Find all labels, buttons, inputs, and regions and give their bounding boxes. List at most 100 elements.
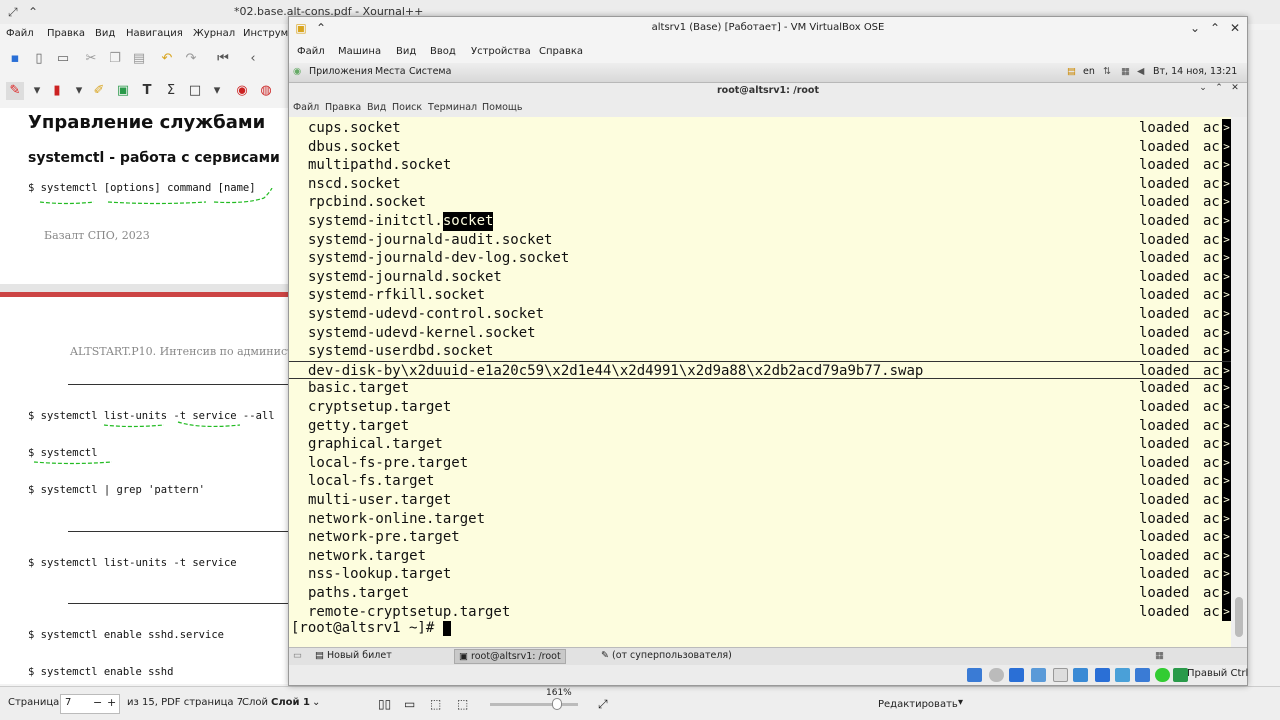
image-icon[interactable]: ▣ [114,82,132,100]
truncation-arrow-icon: > [1222,416,1231,436]
color-red-icon[interactable]: ◉ [233,82,251,100]
paste-icon[interactable]: ▤ [130,50,148,68]
minimize-icon[interactable]: ⌄ [1187,21,1203,35]
color-picker-icon[interactable]: ◍ [257,82,275,100]
fullscreen-icon[interactable]: ⤢ [598,697,608,712]
recording-icon[interactable] [1115,668,1130,682]
zoom-slider-handle[interactable] [552,698,562,710]
notes-icon[interactable]: ▤ [1067,66,1076,77]
menu-file[interactable]: Файл [297,46,325,57]
maximize-icon[interactable]: ⌃ [1211,83,1227,93]
chevron-down-icon[interactable]: ▾ [70,82,88,100]
taskbar-item-root[interactable]: ✎ (от суперпользователя) [597,649,736,664]
open-icon[interactable]: ▭ [54,50,72,68]
chevron-down-icon[interactable]: ▾ [208,82,226,100]
show-desktop-icon[interactable]: ▭ [289,649,306,664]
formula-icon[interactable]: Σ [162,82,180,100]
new-page-icon[interactable]: ▯ [30,50,48,68]
optical-drive-icon[interactable] [989,668,1004,682]
copy-icon[interactable]: ❐ [106,50,124,68]
shape-icon[interactable]: □ [186,82,204,100]
tools-icon: ✎ [601,650,612,661]
chevron-down-icon[interactable]: ⌄ [312,697,320,708]
menu-journal[interactable]: Журнал [193,28,235,39]
chevron-up-icon[interactable]: ⌃ [28,5,38,19]
edit-mode-select[interactable]: Редактировать [878,699,958,710]
dual-page-icon[interactable]: ▯▯ [378,697,391,711]
menu-tools[interactable]: Инструм [243,28,288,39]
menu-view[interactable]: Вид [95,28,115,39]
layer-select[interactable]: Слой 1 [271,697,310,708]
taskbar-item-terminal[interactable]: ▣ root@altsrv1: /root [454,649,566,664]
menu-edit[interactable]: Правка [325,102,361,113]
close-icon[interactable]: ✕ [1227,21,1243,35]
keyboard-layout[interactable]: en [1083,66,1095,77]
minus-icon[interactable]: − [93,696,102,709]
cut-icon[interactable]: ✂ [82,50,100,68]
menu-view[interactable]: Вид [367,102,386,113]
menu-terminal[interactable]: Терминал [428,102,477,113]
shell-prompt[interactable]: [root@altsrv1 ~]# [291,619,491,637]
maximize-icon[interactable]: ⌃ [1207,21,1223,35]
zoom-slider[interactable] [490,703,578,706]
chevron-down-icon[interactable]: ▾ [28,82,46,100]
terminal-line: paths.target loaded ac > [289,584,1231,603]
menu-system[interactable]: Система [409,66,451,77]
network-adapter-icon[interactable] [1031,668,1046,682]
menu-applications[interactable]: Приложения [309,66,373,77]
close-icon[interactable]: ✕ [1227,83,1243,93]
menu-file[interactable]: Файл [293,102,319,113]
pdf-page[interactable]: Управление службами systemctl - работа с… [0,108,293,684]
scrollbar-thumb[interactable] [1235,597,1243,637]
menu-machine[interactable]: Машина [338,46,381,57]
page-number-stepper[interactable]: 7 − + [60,694,120,714]
terminal-scrollbar[interactable] [1231,117,1247,649]
terminal-line: cryptsetup.target loaded ac > [289,398,1231,417]
chevron-down-icon[interactable]: ▾ [958,697,963,708]
usb-icon[interactable] [1053,668,1068,682]
redo-icon[interactable]: ↷ [182,50,200,68]
clipboard-icon[interactable]: ▦ [1121,66,1130,77]
volume-icon[interactable]: ◀ [1137,66,1144,77]
audio-icon[interactable] [1009,668,1024,682]
fit-width-icon[interactable]: ⬚ [457,697,468,711]
mouse-integration-icon[interactable] [1155,668,1170,682]
text-icon[interactable]: T [138,82,156,100]
first-page-icon[interactable]: ⏮ [214,50,232,68]
plus-icon[interactable]: + [107,696,116,709]
pin-icon[interactable]: ⤢ [8,5,18,20]
pen-icon[interactable]: ✎ [6,82,24,100]
menu-input[interactable]: Ввод [430,46,456,57]
menu-edit[interactable]: Правка [47,28,85,39]
menu-file[interactable]: Файл [6,28,34,39]
menu-help[interactable]: Справка [539,46,583,57]
menu-places[interactable]: Места [375,66,406,77]
taskbar-item-label: (от суперпользователя) [611,650,732,661]
workspace-switcher-icon[interactable]: ▦ [1151,649,1168,664]
terminal-output[interactable]: cups.socket loaded ac > dbus.socket loaded ac >… [289,117,1231,649]
harddisk-icon[interactable] [967,668,982,682]
taskbar-item-ticket[interactable]: ▤ Новый билет [311,649,396,664]
clock[interactable]: Вт, 14 ноя, 13:21 [1153,66,1237,77]
terminal-line: network-pre.target loaded ac > [289,528,1231,547]
terminal-window[interactable]: root@altsrv1: /root ⌄ ⌃ ✕ Файл Правка Ви… [289,83,1247,649]
cpu-icon[interactable] [1135,668,1150,682]
minimize-icon[interactable]: ⌄ [1195,83,1211,93]
menu-navigation[interactable]: Навигация [126,28,183,39]
fit-page-icon[interactable]: ⬚ [430,697,441,711]
undo-icon[interactable]: ↶ [158,50,176,68]
save-icon[interactable]: ▪ [6,50,24,68]
menu-search[interactable]: Поиск [392,102,422,113]
menu-help[interactable]: Помощь [482,102,522,113]
network-icon[interactable]: ⇅ [1103,66,1111,77]
shared-folders-icon[interactable] [1073,668,1088,682]
keyboard-icon[interactable] [1173,668,1188,682]
highlighter-icon[interactable]: ✐ [90,82,108,100]
menu-view[interactable]: Вид [396,46,416,57]
eraser-icon[interactable]: ▮ [48,82,66,100]
display-icon[interactable] [1095,668,1110,682]
single-page-icon[interactable]: ▭ [404,697,415,711]
menu-devices[interactable]: Устройства [471,46,531,57]
previous-page-icon[interactable]: ‹ [244,50,262,68]
guest-desktop[interactable]: ◉ Приложения Места Система ▤ en ⇅ ▦ ◀ Вт… [289,63,1248,685]
